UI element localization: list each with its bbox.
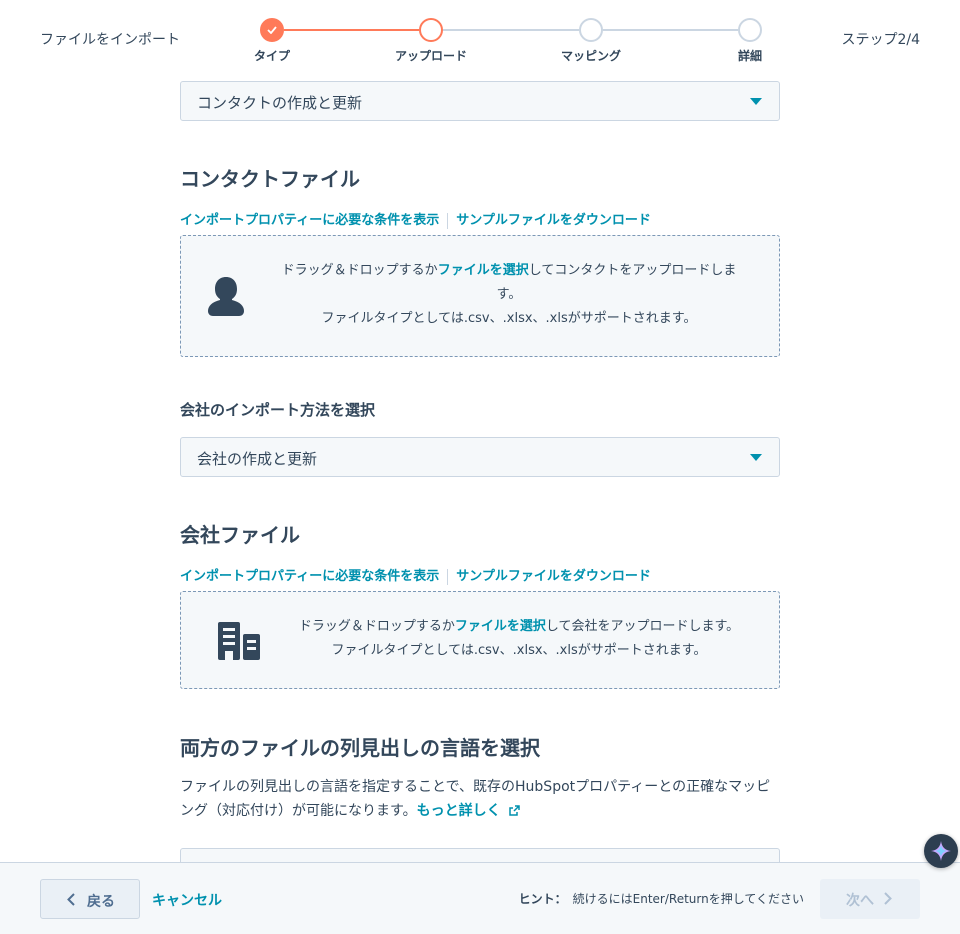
contact-requirements-link[interactable]: インポートプロパティーに必要な条件を表示 bbox=[180, 213, 439, 228]
ai-assistant-button[interactable] bbox=[924, 834, 958, 868]
step-dot-type bbox=[260, 18, 284, 42]
dropzone-instructions-tail: してコンタクトをアップロードしま bbox=[528, 263, 737, 278]
checkmark-icon bbox=[267, 26, 277, 34]
step-label-details: 詳細 bbox=[737, 49, 762, 63]
dropzone-instructions-tail: して会社をアップロードします。 bbox=[545, 619, 740, 634]
link-divider bbox=[447, 568, 449, 585]
company-file-dropzone[interactable]: ドラッグ＆ドロップするかファイルを選択して会社をアップロードします。 ファイルタ… bbox=[180, 591, 780, 689]
dropzone-filetypes: ファイルタイプとしては.csv、.xlsx、.xlsがサポートされます。 bbox=[331, 643, 707, 658]
link-divider bbox=[447, 212, 449, 229]
company-sample-download-link[interactable]: サンプルファイルをダウンロード bbox=[456, 569, 651, 584]
step-label-upload: アップロード bbox=[394, 49, 467, 63]
dropzone-instructions: ドラッグ＆ドロップするか bbox=[298, 619, 455, 634]
next-button[interactable]: 次へ bbox=[820, 879, 920, 919]
step-connector-2 bbox=[443, 29, 579, 31]
step-dot-details bbox=[738, 18, 762, 42]
contact-file-heading: コンタクトファイル bbox=[180, 167, 360, 191]
cancel-button[interactable]: キャンセル bbox=[152, 890, 222, 910]
step-connector-1 bbox=[284, 29, 419, 31]
step-dot-upload bbox=[419, 18, 443, 42]
contact-sample-download-link[interactable]: サンプルファイルをダウンロード bbox=[456, 213, 651, 228]
company-file-heading: 会社ファイル bbox=[180, 523, 300, 547]
contact-file-dropzone[interactable]: ドラッグ＆ドロップするかファイルを選択してコンタクトをアップロードしま す。 フ… bbox=[180, 235, 780, 357]
chevron-right-icon bbox=[884, 892, 892, 905]
dropzone-instructions: ドラッグ＆ドロップするか bbox=[281, 263, 438, 278]
caret-down-icon bbox=[750, 98, 762, 105]
contact-links: インポートプロパティーに必要な条件を表示 サンプルファイルをダウンロード bbox=[180, 209, 651, 229]
external-link-icon bbox=[509, 805, 520, 816]
contact-dropzone-text: ドラッグ＆ドロップするかファイルを選択してコンタクトをアップロードしま す。 フ… bbox=[261, 259, 757, 331]
step-label-type: タイプ bbox=[253, 49, 290, 63]
caret-down-icon bbox=[750, 454, 762, 461]
language-heading: 両方のファイルの列見出しの言語を選択 bbox=[180, 736, 540, 760]
contact-choose-file-link[interactable]: ファイルを選択 bbox=[438, 263, 529, 278]
contact-import-method-select[interactable]: コンタクトの作成と更新 bbox=[180, 81, 780, 121]
company-method-label: 会社のインポート方法を選択 bbox=[180, 401, 376, 419]
step-counter: ステップ2/4 bbox=[841, 32, 920, 48]
company-choose-file-link[interactable]: ファイルを選択 bbox=[455, 619, 546, 634]
learn-more-link[interactable]: もっと詳しく bbox=[417, 803, 501, 819]
dropzone-filetypes: ファイルタイプとしては.csv、.xlsx、.xlsがサポートされます。 bbox=[321, 311, 697, 326]
step-dot-mapping bbox=[579, 18, 603, 42]
chevron-left-icon bbox=[67, 893, 75, 906]
select-value: 会社の作成と更新 bbox=[197, 450, 318, 468]
hint-text: 続けるにはEnter/Returnを押してください bbox=[572, 892, 804, 906]
footer-bar: 戻る キャンセル ヒント： 続けるにはEnter/Returnを押してください 次… bbox=[0, 862, 960, 934]
step-label-mapping: マッピング bbox=[560, 49, 621, 63]
next-button-label: 次へ bbox=[846, 893, 874, 909]
select-value: コンタクトの作成と更新 bbox=[197, 94, 363, 112]
sparkle-icon bbox=[931, 841, 951, 861]
dropzone-instructions-tail-2: す。 bbox=[496, 287, 522, 302]
back-button[interactable]: 戻る bbox=[40, 879, 140, 919]
keyboard-hint: ヒント： 続けるにはEnter/Returnを押してください bbox=[519, 890, 804, 907]
progress-stepper: タイプ アップロード マッピング 詳細 bbox=[0, 0, 960, 80]
company-links: インポートプロパティーに必要な条件を表示 サンプルファイルをダウンロード bbox=[180, 565, 651, 585]
company-building-icon bbox=[218, 622, 260, 660]
import-header: ファイルをインポート タイプ アップロード マッピング 詳細 ステップ2/4 bbox=[0, 0, 960, 80]
language-description-line2: ング（対応付け）が可能になります。 bbox=[180, 803, 417, 819]
hint-label: ヒント： bbox=[518, 892, 567, 906]
company-dropzone-text: ドラッグ＆ドロップするかファイルを選択して会社をアップロードします。 ファイルタ… bbox=[269, 615, 769, 663]
language-description-line1: ファイルの列見出しの言語を指定することで、既存のHubSpotプロパティーとの正… bbox=[180, 779, 771, 795]
step-connector-3 bbox=[603, 29, 738, 31]
company-import-method-select[interactable]: 会社の作成と更新 bbox=[180, 437, 780, 477]
company-requirements-link[interactable]: インポートプロパティーに必要な条件を表示 bbox=[180, 569, 439, 584]
language-description: ファイルの列見出しの言語を指定することで、既存のHubSpotプロパティーとの正… bbox=[180, 775, 780, 823]
contact-person-icon bbox=[208, 277, 244, 316]
back-button-label: 戻る bbox=[87, 894, 115, 910]
